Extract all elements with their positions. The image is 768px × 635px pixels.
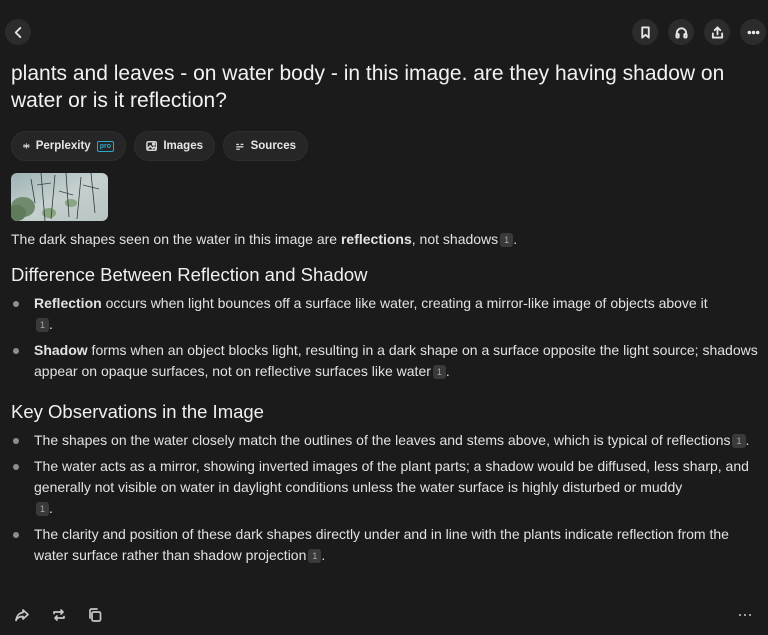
intro-text-end: , not shadows [411, 231, 499, 247]
share-icon [711, 25, 723, 39]
headphones-icon [674, 26, 688, 39]
citation-badge[interactable]: 1 [36, 502, 50, 516]
item-term: Shadow [34, 342, 88, 358]
more-icon [747, 30, 759, 34]
intro-bold: reflections [340, 231, 412, 247]
citation-badge[interactable]: 1 [308, 549, 322, 563]
top-bar [5, 19, 766, 47]
item-text: occurs when light bounces off a surface … [101, 295, 708, 311]
citation-badge[interactable]: 1 [732, 434, 746, 448]
section-heading: Difference Between Reflection and Shadow [11, 264, 368, 285]
item-text: The clarity and position of these dark s… [34, 526, 729, 563]
chevron-left-icon [14, 26, 21, 38]
answer-more-button[interactable] [737, 607, 754, 624]
answer-body: The dark shapes seen on the water in thi… [11, 229, 759, 566]
back-button[interactable] [5, 19, 31, 45]
citation-badge[interactable]: 1 [500, 233, 514, 247]
rewrite-button[interactable] [51, 607, 68, 624]
list-item: Reflection occurs when light bounces off… [11, 293, 759, 335]
list-item: The water acts as a mirror, showing inve… [11, 456, 759, 519]
listen-button[interactable] [668, 19, 694, 45]
repeat-icon [53, 609, 65, 621]
more-icon [739, 614, 751, 616]
section-heading: Key Observations in the Image [11, 401, 264, 422]
attached-image-thumbnail[interactable] [11, 173, 108, 221]
citation-badge[interactable]: 1 [36, 318, 50, 332]
tab-label: Images [163, 140, 203, 152]
list-item: Shadow forms when an object blocks light… [11, 340, 759, 382]
list-item: The shapes on the water closely match th… [11, 430, 759, 451]
intro-period: . [513, 231, 518, 247]
image-icon [146, 140, 158, 152]
tab-label: Sources [250, 140, 296, 152]
bookmark-button[interactable] [632, 19, 658, 45]
copy-button[interactable] [87, 607, 104, 624]
citation-badge[interactable]: 1 [432, 365, 446, 379]
pro-badge: pro [96, 140, 114, 152]
water-plants-image [11, 173, 108, 221]
tab-label: Perplexity [35, 140, 91, 152]
answer-actions [14, 607, 759, 625]
bookmark-icon [640, 25, 650, 39]
tab-images[interactable]: Images [134, 131, 215, 161]
share-button[interactable] [704, 19, 730, 45]
tab-perplexity[interactable]: Perplexity pro [11, 131, 126, 161]
share-arrow-icon [15, 609, 29, 622]
item-text: The shapes on the water closely match th… [34, 432, 731, 448]
more-options-button[interactable] [740, 19, 766, 45]
item-text: forms when an object blocks light, resul… [34, 342, 758, 379]
section-list: The shapes on the water closely match th… [11, 430, 759, 566]
item-text: The water acts as a mirror, showing inve… [34, 458, 749, 495]
question-title: plants and leaves - on water body - in t… [11, 62, 725, 112]
answer-tabs: Perplexity pro Images Sources [11, 131, 308, 161]
list-item: The clarity and position of these dark s… [11, 524, 759, 566]
section-list: Reflection occurs when light bounces off… [11, 293, 759, 382]
share-answer-button[interactable] [14, 607, 31, 624]
intro-text: The dark shapes seen on the water in thi… [11, 231, 341, 247]
copy-icon [89, 608, 102, 622]
tab-sources[interactable]: Sources [223, 131, 308, 161]
perplexity-icon [23, 143, 30, 149]
answer-intro: The dark shapes seen on the water in thi… [11, 229, 759, 250]
sources-icon [236, 143, 244, 150]
item-term: Reflection [34, 295, 102, 311]
